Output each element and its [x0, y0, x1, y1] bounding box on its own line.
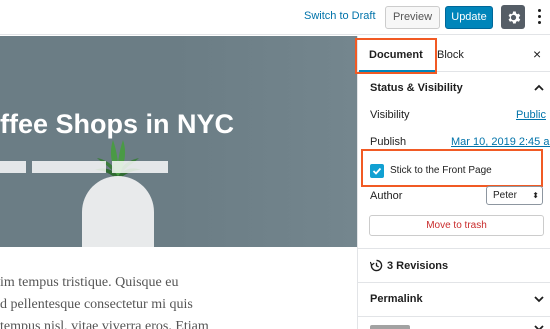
chevron-down-icon[interactable]	[534, 323, 544, 329]
paragraph-line: d pellentesque consectetur mi quis	[0, 297, 193, 312]
select-arrows-icon: ⬍	[532, 191, 539, 200]
cover-block[interactable]: ffee Shops in NYC	[0, 36, 357, 247]
highlight-box	[355, 38, 437, 74]
permalink-title[interactable]: Permalink	[370, 293, 423, 305]
chevron-down-icon[interactable]	[534, 294, 544, 304]
author-select[interactable]: Peter ⬍	[486, 186, 543, 205]
more-vertical-icon	[537, 9, 541, 12]
visibility-label: Visibility	[370, 109, 410, 121]
chevron-up-icon[interactable]	[534, 83, 544, 93]
divider	[358, 282, 550, 283]
post-body[interactable]: im tempus tristique. Quisque eu d pellen…	[0, 272, 357, 329]
sticky-checkbox-row: Stick to the Front Page	[368, 159, 543, 183]
author-label: Author	[370, 190, 403, 202]
update-button[interactable]: Update	[445, 6, 493, 29]
switch-to-draft-button[interactable]: Switch to Draft	[304, 10, 376, 22]
paragraph-line: im tempus tristique. Quisque eu	[0, 275, 179, 290]
close-icon[interactable]: ×	[533, 46, 541, 62]
paragraph-line: tempus nisl, vitae viverra eros. Etiam	[0, 319, 209, 329]
sticky-checkbox-label[interactable]: Stick to the Front Page	[390, 165, 492, 176]
tab-block[interactable]: Block	[437, 38, 464, 72]
visibility-link[interactable]: Public	[516, 109, 546, 121]
cover-title[interactable]: ffee Shops in NYC	[0, 109, 234, 140]
cover-subtitle-placeholder	[0, 161, 168, 173]
preview-button[interactable]: Preview	[385, 6, 440, 29]
publish-date-link[interactable]: Mar 10, 2019 2:45 am	[451, 136, 550, 148]
divider	[358, 248, 550, 249]
gear-icon	[508, 11, 520, 23]
history-icon	[370, 259, 383, 272]
author-value: Peter	[493, 190, 517, 201]
checkmark-icon	[372, 167, 382, 175]
revisions-label: 3 Revisions	[387, 260, 449, 272]
divider	[358, 316, 550, 317]
more-options-button[interactable]	[534, 8, 544, 26]
next-panel-title-partial[interactable]	[370, 325, 410, 329]
settings-sidebar: Document Block × Status & Visibility Vis…	[355, 36, 550, 329]
sticky-checkbox[interactable]	[370, 164, 384, 178]
publish-label: Publish	[370, 136, 407, 148]
plant-pot-image	[82, 176, 154, 247]
editor-toolbar: Switch to Draft Preview Update	[0, 0, 550, 35]
status-visibility-title[interactable]: Status & Visibility	[370, 82, 463, 94]
settings-button[interactable]	[501, 5, 525, 29]
move-to-trash-button[interactable]: Move to trash	[369, 215, 544, 236]
